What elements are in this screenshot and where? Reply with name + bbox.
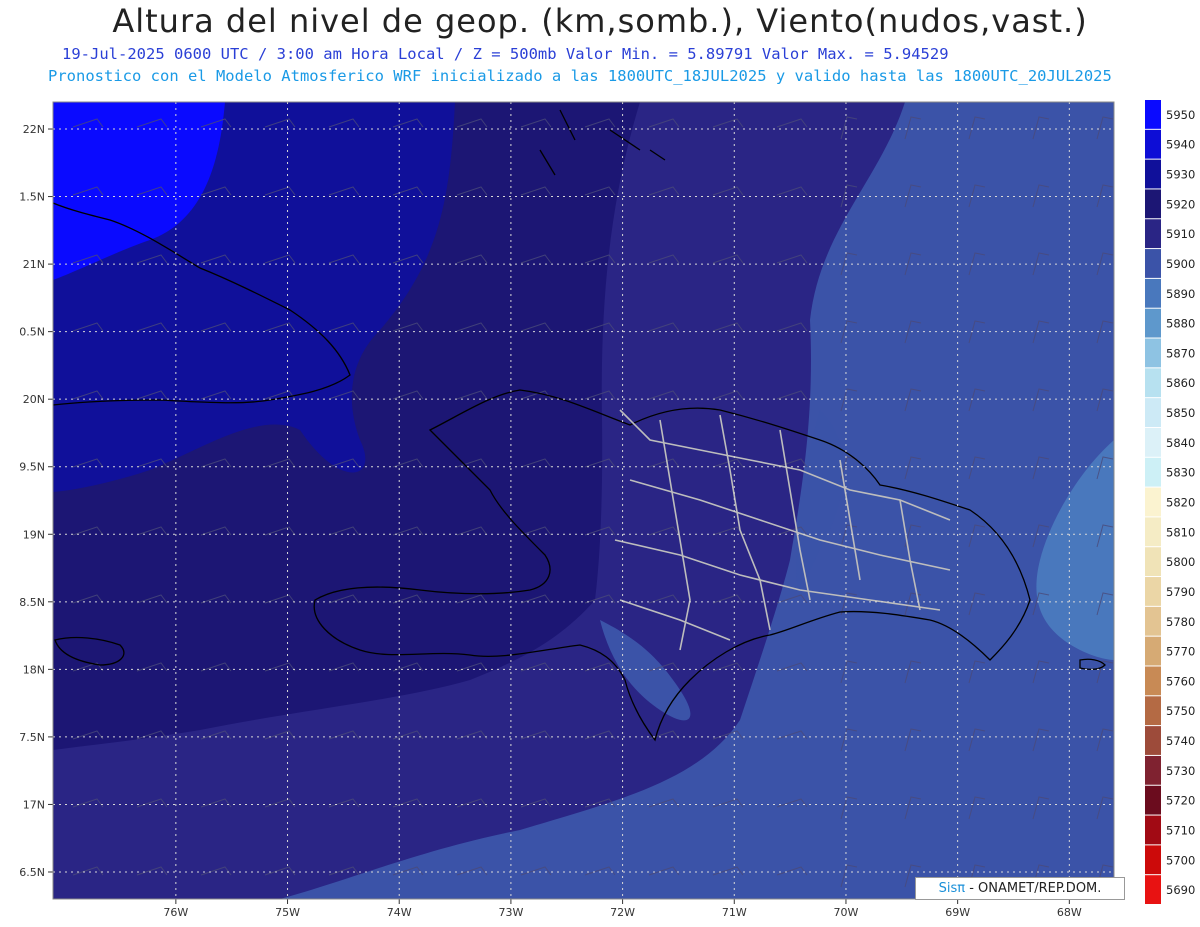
lon-label: 76W <box>163 906 188 919</box>
lon-label: 69W <box>945 906 970 919</box>
lon-label: 73W <box>498 906 523 919</box>
lat-label: 9.5N <box>19 461 45 474</box>
chart-title: Altura del nivel de geop. (km,somb.), Vi… <box>112 2 1088 40</box>
lat-label: 8.5N <box>19 596 45 609</box>
geopotential-shading <box>53 102 1114 899</box>
lat-label: 17N <box>23 798 45 811</box>
forecast-map: 22N 1.5N 21N 0.5N 20N 9.5N 19N 8.5N 18N 7.5N 17N 6.… <box>19 101 1115 919</box>
lon-label: 75W <box>275 906 300 919</box>
lon-label: 72W <box>610 906 635 919</box>
lat-label: 20N <box>23 393 45 406</box>
lat-label: 6.5N <box>19 866 45 879</box>
lat-label: 18N <box>23 663 45 676</box>
lon-label: 70W <box>834 906 859 919</box>
credit-box: Sisπ - ONAMET/REP.DOM. <box>915 877 1125 900</box>
credit-text: - ONAMET/REP.DOM. <box>969 881 1102 896</box>
longitude-labels: 76W 75W 74W 73W 72W 71W 70W 69W 68W <box>163 906 1081 919</box>
lon-label: 71W <box>722 906 747 919</box>
lat-label: 19N <box>23 528 45 541</box>
subtitle-valid-time: 19-Jul-2025 0600 UTC / 3:00 am Hora Loca… <box>62 45 949 63</box>
lat-label: 0.5N <box>19 326 45 339</box>
lon-label: 68W <box>1057 906 1082 919</box>
lat-label: 22N <box>23 123 45 136</box>
lon-label: 74W <box>387 906 412 919</box>
latitude-labels: 22N 1.5N 21N 0.5N 20N 9.5N 19N 8.5N 18N 7.5N 17N 6.… <box>19 123 45 879</box>
credit-brand: Sisπ <box>938 881 966 896</box>
lat-label: 1.5N <box>19 191 45 204</box>
lat-label: 7.5N <box>19 731 45 744</box>
subtitle-model-info: Pronostico con el Modelo Atmosferico WRF… <box>48 67 1112 85</box>
lat-label: 21N <box>23 258 45 271</box>
